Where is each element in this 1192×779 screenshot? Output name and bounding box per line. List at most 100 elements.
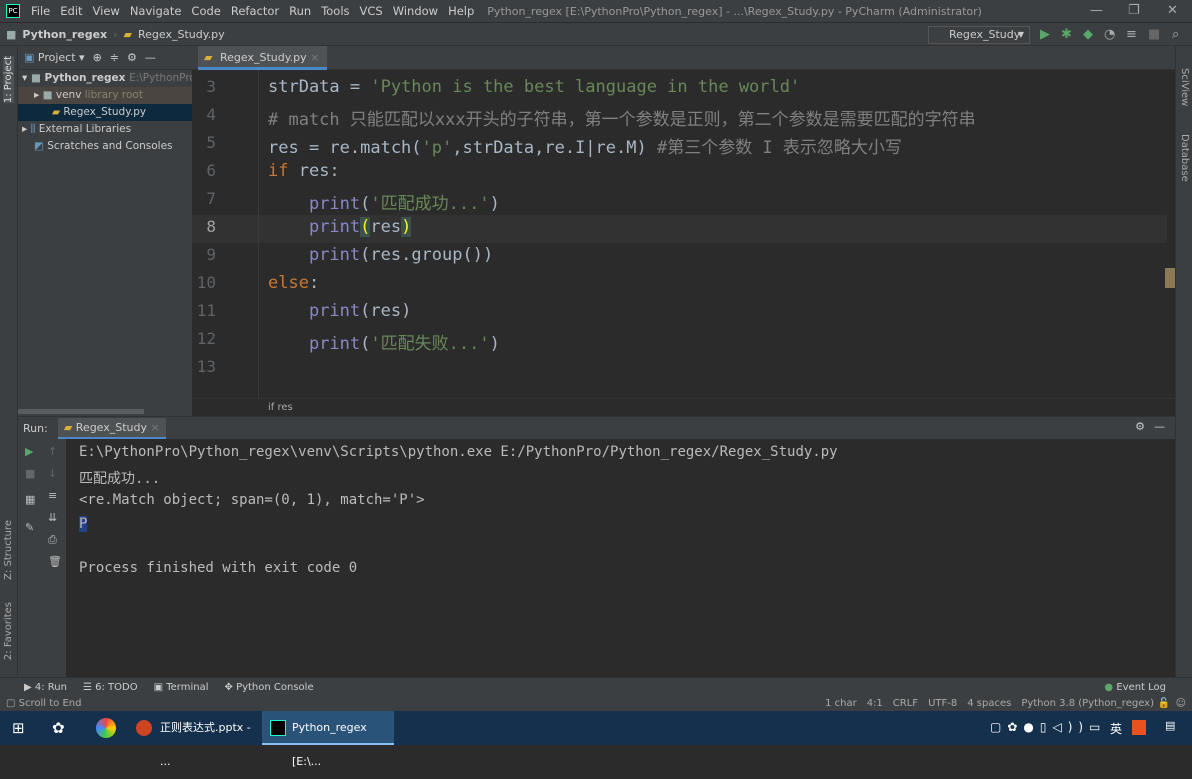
horizontal-scrollbar[interactable] bbox=[18, 409, 144, 414]
status-item[interactable]: CRLF bbox=[893, 696, 918, 711]
favorites-tool-tab[interactable]: 2: Favorites bbox=[3, 602, 14, 660]
structure-tool-tab[interactable]: Z: Structure bbox=[3, 520, 14, 580]
lock-icon[interactable]: 🔓 bbox=[1158, 696, 1170, 711]
layout-icon[interactable]: ▦ bbox=[25, 493, 35, 506]
print-icon[interactable]: ⎙ bbox=[48, 533, 57, 547]
gear-icon[interactable]: ⚙ bbox=[1135, 420, 1145, 433]
breadcrumb-file[interactable]: Regex_Study.py bbox=[138, 28, 225, 41]
collapse-icon[interactable]: ≑ bbox=[110, 51, 119, 64]
code-token: ) bbox=[401, 217, 412, 237]
python-console-tool-tab[interactable]: ✥ Python Console bbox=[225, 682, 314, 693]
status-item[interactable]: UTF-8 bbox=[928, 696, 957, 711]
soft-wrap-icon[interactable]: ≡ bbox=[48, 489, 57, 502]
pin-icon[interactable]: ✎ bbox=[25, 521, 34, 534]
gear-icon[interactable]: ⚙ bbox=[127, 51, 137, 64]
status-item[interactable]: 4:1 bbox=[867, 696, 883, 711]
code-editor[interactable]: ▰ Regex_Study.py × 3 strData = 'Python is … bbox=[192, 46, 1175, 416]
code-line[interactable]: strData = 'Python is the best language i… bbox=[268, 77, 800, 97]
hide-icon[interactable]: — bbox=[1154, 420, 1165, 433]
run-config-select[interactable]: Regex_Study ▼ bbox=[928, 26, 1030, 44]
code-line[interactable]: print(res) bbox=[268, 217, 412, 237]
menu-edit[interactable]: Edit bbox=[55, 4, 87, 18]
menu-vcs[interactable]: VCS bbox=[355, 4, 388, 18]
code-line[interactable]: print(res) bbox=[268, 301, 411, 321]
minimize-button[interactable]: — bbox=[1090, 3, 1103, 18]
terminal-tool-tab[interactable]: ▣ Terminal bbox=[154, 682, 209, 693]
tree-item-project-root[interactable]: ▾ ■ Python_regex E:\PythonPro\Python_reg… bbox=[18, 70, 192, 87]
editor-breadcrumb[interactable]: if res bbox=[192, 398, 1175, 416]
locate-icon[interactable]: ⊕ bbox=[93, 51, 102, 64]
menu-file[interactable]: File bbox=[26, 4, 55, 18]
code-token: if bbox=[268, 161, 289, 181]
stop-icon[interactable]: ■ bbox=[25, 467, 35, 480]
scroll-marker[interactable] bbox=[1165, 268, 1175, 288]
concurrency-icon[interactable]: ≡ bbox=[1126, 27, 1137, 42]
app-icon[interactable]: ✿ bbox=[52, 719, 65, 737]
scroll-to-end-icon[interactable]: ⇊ bbox=[48, 511, 57, 524]
code-line[interactable]: else: bbox=[268, 273, 319, 293]
code-line[interactable]: print('匹配失败...') bbox=[268, 329, 500, 354]
breadcrumb-project[interactable]: Python_regex bbox=[22, 28, 107, 41]
menu-tools[interactable]: Tools bbox=[316, 4, 354, 18]
code-token: res: bbox=[288, 161, 340, 181]
status-item[interactable]: Python 3.8 (Python_regex) bbox=[1021, 696, 1154, 711]
code-line[interactable]: res = re.match('p',strData,re.I|re.M) #第… bbox=[268, 133, 902, 158]
code-line[interactable]: print(res.group()) bbox=[268, 245, 493, 265]
code-line[interactable]: if res: bbox=[268, 161, 340, 181]
rerun-icon[interactable]: ▶ bbox=[25, 445, 33, 458]
console-line: 匹配成功... bbox=[79, 471, 161, 487]
code-line[interactable]: print('匹配成功...') bbox=[268, 189, 500, 214]
search-icon[interactable]: ⌕ bbox=[1172, 27, 1179, 42]
line-number: 3 bbox=[206, 77, 216, 96]
menu-window[interactable]: Window bbox=[388, 4, 443, 18]
stop-icon[interactable]: ■ bbox=[1148, 27, 1160, 42]
menu-help[interactable]: Help bbox=[443, 4, 479, 18]
taskbar-powerpoint[interactable]: 正则表达式.pptx - ... bbox=[130, 711, 258, 768]
event-log-button[interactable]: ● Event Log bbox=[1104, 682, 1166, 693]
menu-navigate[interactable]: Navigate bbox=[125, 4, 187, 18]
tree-item-regex-study[interactable]: ▰ Regex_Study.py bbox=[18, 104, 192, 121]
menu-run[interactable]: Run bbox=[284, 4, 316, 18]
debug-icon[interactable]: ✱ bbox=[1061, 27, 1072, 42]
trash-icon[interactable]: 🗑 bbox=[48, 555, 62, 568]
tray-icons[interactable]: ▢✿●▯◁))▭ bbox=[990, 720, 1106, 734]
database-tool-tab[interactable]: Database bbox=[1179, 134, 1190, 182]
status-item[interactable]: 1 char bbox=[825, 696, 857, 711]
inspector-icon[interactable]: ☺ bbox=[1176, 696, 1186, 711]
coverage-icon[interactable]: ◆ bbox=[1083, 27, 1093, 42]
run-tool-tab[interactable]: ▶ 4: Run bbox=[24, 682, 67, 693]
sciview-tool-tab[interactable]: SciView bbox=[1179, 68, 1190, 106]
run-tab[interactable]: ▰ Regex_Study × bbox=[57, 417, 166, 439]
down-icon[interactable]: ↓ bbox=[48, 467, 57, 480]
browser-icon[interactable] bbox=[96, 718, 116, 738]
tree-item-venv[interactable]: ▸ ■ venv library root bbox=[18, 87, 192, 104]
close-button[interactable]: ✕ bbox=[1167, 3, 1178, 18]
start-button[interactable]: ⊞ bbox=[12, 719, 25, 737]
code-token: ) bbox=[489, 334, 500, 354]
project-view-select[interactable]: ▣ Project ▾ bbox=[24, 51, 85, 64]
restore-button[interactable]: ❐ bbox=[1128, 3, 1140, 18]
status-item[interactable]: 4 spaces bbox=[967, 696, 1011, 711]
code-token: print bbox=[308, 301, 361, 321]
profile-icon[interactable]: ◔ bbox=[1104, 27, 1115, 42]
tree-item-external-libraries[interactable]: ▸ ⫼ External Libraries bbox=[18, 121, 192, 138]
tab-regex-study[interactable]: ▰ Regex_Study.py × bbox=[198, 46, 328, 70]
up-icon[interactable]: ↑ bbox=[48, 445, 57, 458]
todo-tool-tab[interactable]: ☰ 6: TODO bbox=[83, 682, 138, 693]
ime-indicator[interactable]: 英 bbox=[1110, 720, 1122, 737]
taskbar-pycharm[interactable]: Python_regex [E:\... bbox=[262, 711, 394, 768]
sogou-icon[interactable] bbox=[1132, 720, 1146, 735]
tree-item-scratches[interactable]: ◩ Scratches and Consoles bbox=[18, 138, 192, 155]
project-tool-tab[interactable]: 1: Project bbox=[3, 56, 14, 104]
code-line[interactable]: # match 只能匹配以xxx开头的子符串，第一个参数是正则，第二个参数是需要… bbox=[268, 105, 976, 130]
menu-refactor[interactable]: Refactor bbox=[226, 4, 284, 18]
status-bar: ▢ Scroll to End 1 char 4:1 CRLF UTF-8 4 spac… bbox=[0, 696, 1192, 711]
run-icon[interactable]: ▶ bbox=[1040, 27, 1050, 42]
notification-icon[interactable]: ▤ bbox=[1165, 719, 1175, 732]
hide-icon[interactable]: — bbox=[145, 51, 156, 64]
menu-view[interactable]: View bbox=[88, 4, 125, 18]
close-tab-icon[interactable]: × bbox=[310, 51, 319, 64]
menu-code[interactable]: Code bbox=[186, 4, 225, 18]
